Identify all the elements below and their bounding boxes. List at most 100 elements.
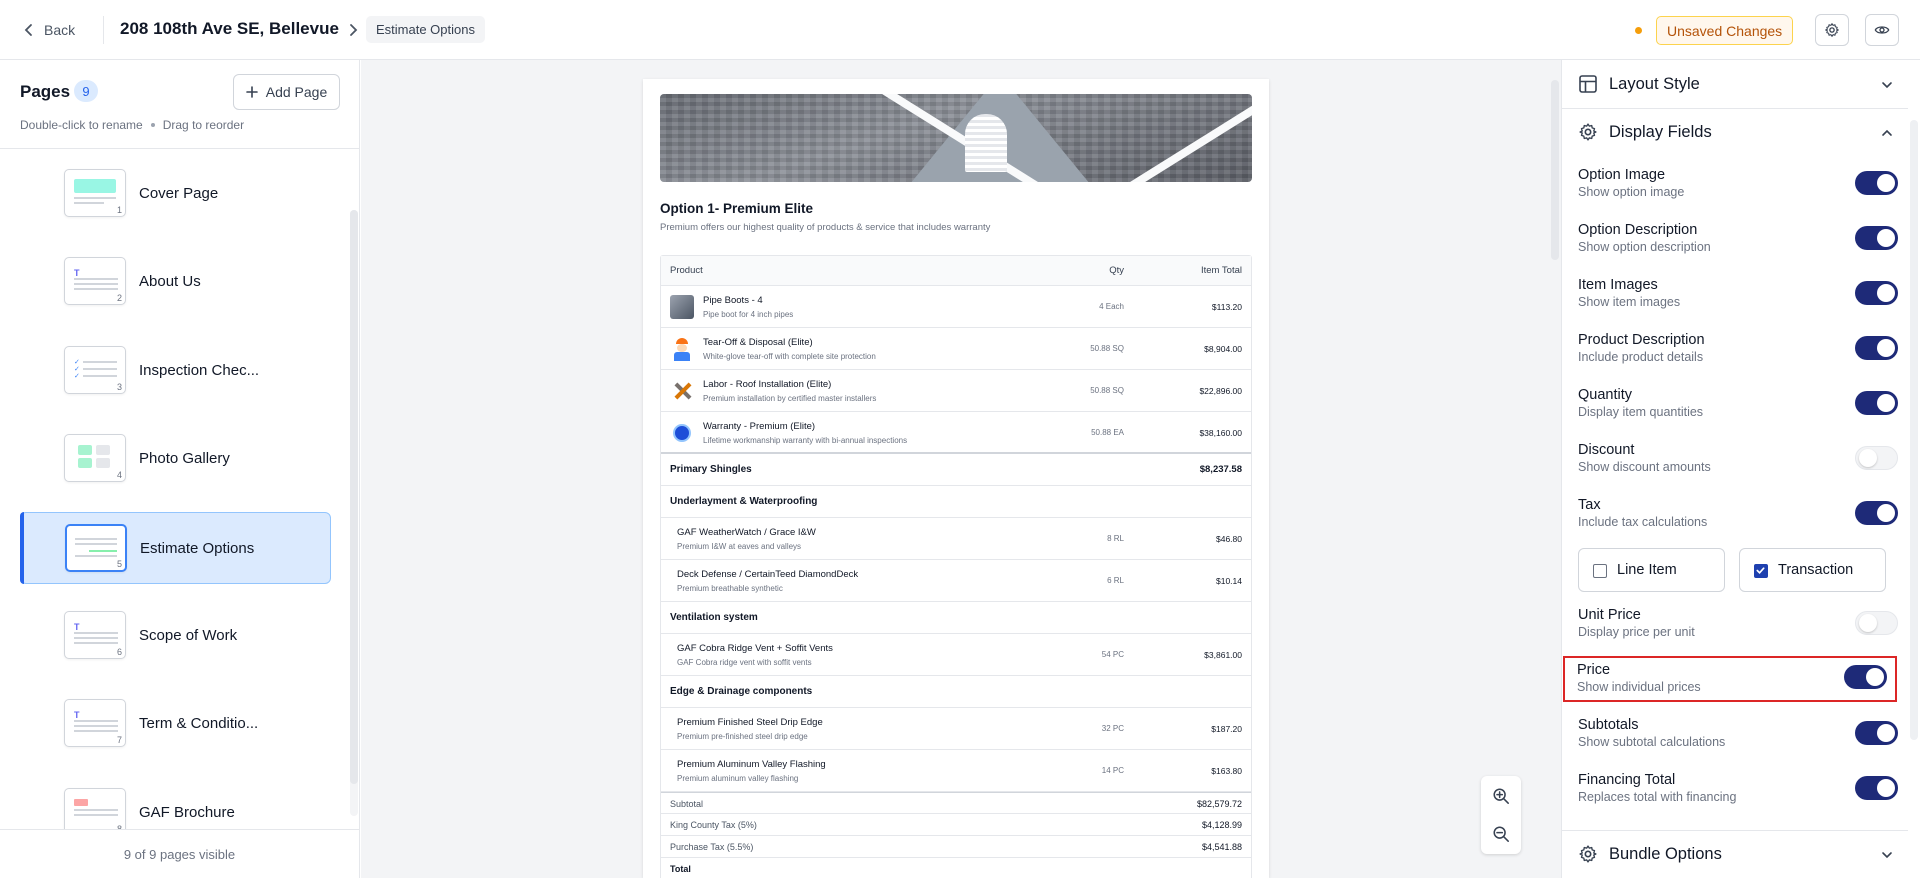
unsaved-indicator-dot <box>1635 27 1642 34</box>
page-item-estimate-options[interactable]: 5 Estimate Options <box>20 511 331 584</box>
chevron-down-icon <box>1882 852 1892 859</box>
item-qty: 14 PC <box>1101 766 1124 775</box>
line-item-checkbox[interactable] <box>1593 564 1607 578</box>
tax-mode-line-item[interactable]: Line Item <box>1578 548 1725 592</box>
field-label: Tax <box>1578 497 1601 513</box>
group-total: $8,237.58 <box>1199 464 1242 475</box>
field-financing-total: Financing Total Replaces total with fina… <box>1578 768 1898 816</box>
page-item-scope-of-work[interactable]: T 6 Scope of Work <box>20 600 331 672</box>
table-row: GAF Cobra Ridge Vent + Soffit Vents GAF … <box>661 634 1251 676</box>
page-thumbnail: 5 <box>65 523 127 572</box>
field-label: Financing Total <box>1578 772 1676 788</box>
summary-label: King County Tax (5%) <box>670 820 757 830</box>
item-total: $3,861.00 <box>1204 650 1242 660</box>
price-toggle[interactable] <box>1844 665 1887 689</box>
summary-row-county-tax: King County Tax (5%) $4,128.99 <box>661 814 1251 836</box>
page-item-about-us[interactable]: T 2 About Us <box>20 246 331 318</box>
zoom-in-button[interactable] <box>1489 784 1513 808</box>
field-unit-price: Unit Price Display price per unit <box>1578 603 1898 651</box>
preview-button[interactable] <box>1865 14 1899 46</box>
add-page-label: Add Page <box>265 84 328 100</box>
item-name: Premium Aluminum Valley Flashing <box>677 759 826 770</box>
option-image-toggle[interactable] <box>1855 171 1898 195</box>
discount-toggle[interactable] <box>1855 446 1898 470</box>
page-number: 4 <box>116 470 122 481</box>
column-product: Product <box>670 265 703 276</box>
gear-icon <box>1825 23 1839 37</box>
item-qty: 50.88 SQ <box>1090 344 1124 353</box>
summary-value: $4,128.99 <box>1201 820 1242 830</box>
page-number: 5 <box>116 558 122 569</box>
page-item-terms-conditions[interactable]: T 7 Term & Conditio... <box>20 688 331 760</box>
option-description-toggle[interactable] <box>1855 226 1898 250</box>
plus-icon <box>245 86 258 98</box>
item-name: Labor - Roof Installation (Elite) <box>703 379 832 390</box>
item-name: GAF Cobra Ridge Vent + Soffit Vents <box>677 643 833 654</box>
item-description: GAF Cobra ridge vent with soffit vents <box>677 658 812 667</box>
item-qty: 50.88 SQ <box>1090 386 1124 395</box>
section-title: Display Fields <box>1609 123 1712 141</box>
section-bundle-options[interactable]: Bundle Options <box>1562 830 1908 878</box>
page-thumbnail: T 7 <box>64 699 126 748</box>
field-description: Display price per unit <box>1578 625 1695 639</box>
item-description: Premium I&W at eaves and valleys <box>677 542 802 551</box>
product-description-toggle[interactable] <box>1855 336 1898 360</box>
unit-price-toggle[interactable] <box>1855 611 1898 635</box>
add-page-button[interactable]: Add Page <box>233 74 340 110</box>
tax-mode-transaction[interactable]: Transaction <box>1739 548 1886 592</box>
pages-hint: Double-click to rename Drag to reorder <box>20 118 244 132</box>
section-display-fields[interactable]: Display Fields <box>1562 108 1908 156</box>
field-label: Unit Price <box>1578 607 1641 623</box>
item-total: $163.80 <box>1211 766 1242 776</box>
item-qty: 4 Each <box>1099 302 1124 311</box>
item-images-toggle[interactable] <box>1855 281 1898 305</box>
field-label: Discount <box>1578 442 1635 458</box>
item-qty: 6 RL <box>1107 576 1124 585</box>
canvas-scrollbar[interactable] <box>1551 80 1559 260</box>
page-item-inspection-checklist[interactable]: ✓ ✓ ✓ 3 Inspection Chec... <box>20 335 331 407</box>
summary-label: Purchase Tax (5.5%) <box>670 842 754 852</box>
field-label: Price <box>1577 662 1611 678</box>
item-total: $22,896.00 <box>1199 386 1242 396</box>
page-thumbnail: T 6 <box>64 610 126 659</box>
page-label: Photo Gallery <box>139 450 230 468</box>
page-label: Cover Page <box>139 185 219 202</box>
back-button[interactable]: Back <box>24 18 75 42</box>
field-item-images: Item Images Show item images <box>1578 273 1898 321</box>
page-item-photo-gallery[interactable]: 4 Photo Gallery <box>20 423 331 495</box>
table-row: Deck Defense / CertainTeed DiamondDeck P… <box>661 560 1251 602</box>
checkbox-label: Transaction <box>1778 562 1854 578</box>
page-label: Inspection Chec... <box>139 361 260 379</box>
summary-value: $82,579.72 <box>1196 799 1242 809</box>
page-number: 7 <box>116 735 122 746</box>
group-header: Ventilation system <box>661 602 1251 634</box>
item-total: $8,904.00 <box>1204 344 1242 354</box>
item-description: Premium breathable synthetic <box>677 584 783 593</box>
group-header: Primary Shingles $8,237.58 <box>661 454 1251 486</box>
section-layout-style[interactable]: Layout Style <box>1562 60 1908 108</box>
field-tax: Tax Include tax calculations <box>1578 493 1898 541</box>
page-item-cover[interactable]: 1 Cover Page <box>20 158 331 230</box>
item-name: Pipe Boots - 4 <box>703 295 763 306</box>
pages-scrollbar-thumb[interactable] <box>350 210 358 784</box>
quantity-toggle[interactable] <box>1855 391 1898 415</box>
item-total: $46.80 <box>1216 534 1242 544</box>
field-quantity: Quantity Display item quantities <box>1578 383 1898 431</box>
transaction-checkbox[interactable] <box>1754 564 1768 578</box>
panel-scrollbar[interactable] <box>1910 120 1918 740</box>
divider <box>103 16 104 44</box>
settings-button[interactable] <box>1815 14 1849 46</box>
tax-toggle[interactable] <box>1855 501 1898 525</box>
table-row: Warranty - Premium (Elite) Lifetime work… <box>661 412 1251 454</box>
financing-total-toggle[interactable] <box>1855 776 1898 800</box>
project-address: 208 108th Ave SE, Bellevue <box>120 19 339 38</box>
column-qty: Qty <box>1109 265 1124 276</box>
page-label: Scope of Work <box>139 626 238 644</box>
subtotals-toggle[interactable] <box>1855 721 1898 745</box>
table-row: GAF WeatherWatch / Grace I&W Premium I&W… <box>661 518 1251 560</box>
zoom-out-button[interactable] <box>1489 822 1513 846</box>
field-description: Include product details <box>1578 350 1704 364</box>
zoom-out-icon <box>1493 826 1509 842</box>
page-number: 3 <box>116 381 122 392</box>
table-row: Premium Finished Steel Drip Edge Premium… <box>661 708 1251 750</box>
